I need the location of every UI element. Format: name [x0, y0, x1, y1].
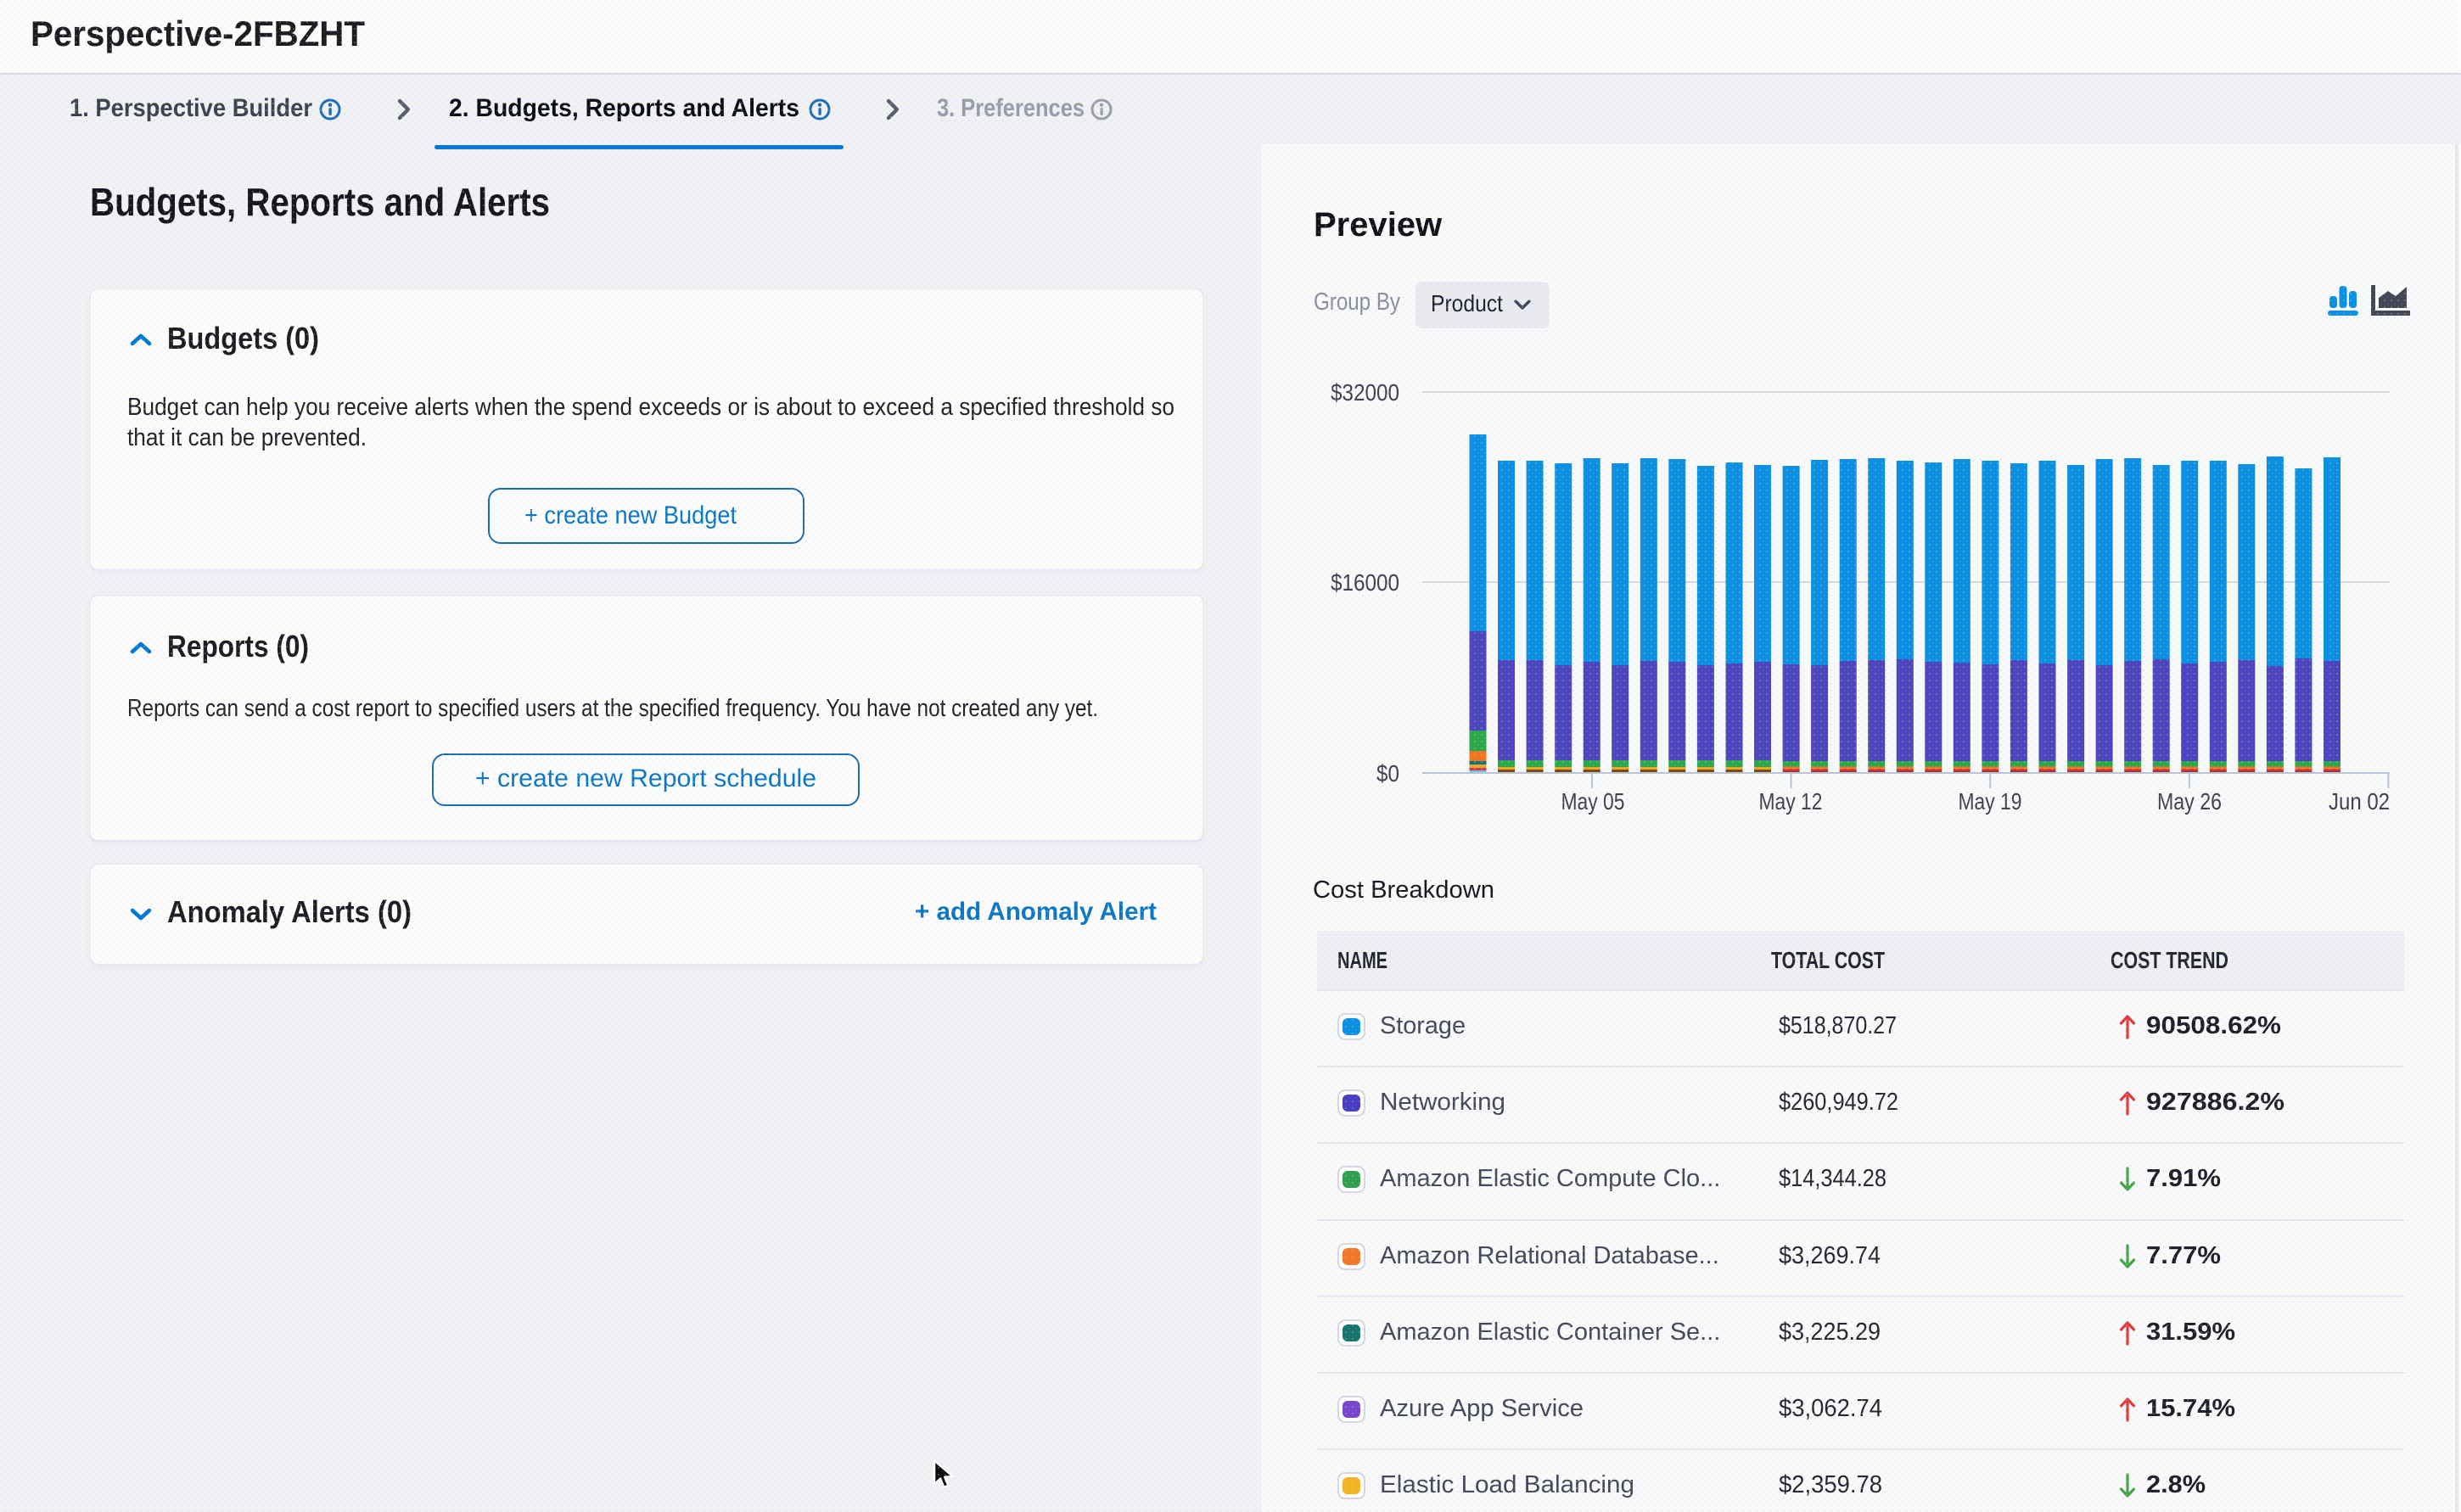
svg-text:May 19: May 19 — [1959, 788, 2022, 815]
svg-text:May 26: May 26 — [2157, 788, 2222, 815]
svg-text:$32000: $32000 — [1331, 379, 1399, 406]
svg-text:May 05: May 05 — [1561, 788, 1625, 815]
svg-text:$16000: $16000 — [1331, 569, 1399, 596]
svg-text:Jun 02: Jun 02 — [2329, 788, 2390, 815]
svg-text:May 12: May 12 — [1759, 788, 1823, 815]
svg-text:$0: $0 — [1376, 760, 1399, 787]
